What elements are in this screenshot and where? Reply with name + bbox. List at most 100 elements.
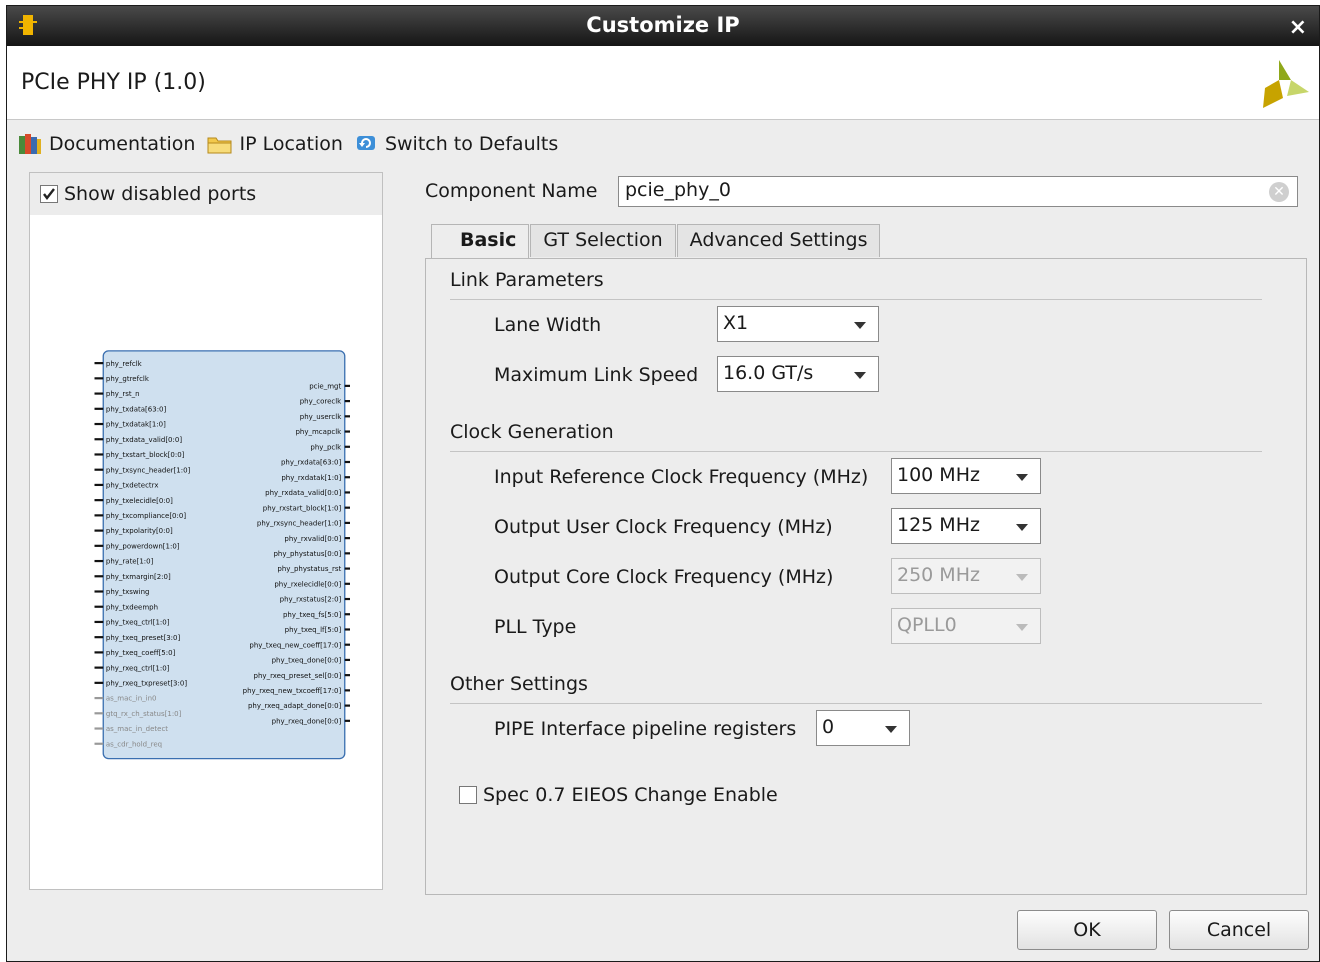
documentation-label: Documentation	[49, 133, 196, 155]
switch-to-defaults-label: Switch to Defaults	[384, 133, 559, 155]
chevron-down-icon	[1016, 624, 1028, 631]
input-port-label: phy_gtrefclk	[106, 375, 150, 383]
documentation-button[interactable]: Documentation	[17, 132, 195, 156]
input-port-label: phy_txstart_block[0:0]	[106, 451, 185, 459]
input-port-label: phy_rst_n	[106, 390, 140, 398]
chevron-down-icon	[854, 372, 866, 379]
input-port-label: phy_rxeq_txpreset[3:0]	[106, 679, 187, 687]
spec-eieos-checkbox[interactable]	[459, 786, 477, 804]
max-link-speed-label: Maximum Link Speed	[494, 364, 699, 386]
user-clock-select[interactable]: 125 MHz	[891, 508, 1041, 544]
input-port-label: phy_txdeemph	[106, 603, 158, 611]
toolbar: Documentation IP Location Switch to Defa…	[17, 131, 570, 157]
ip-header: PCIe PHY IP (1.0)	[7, 46, 1319, 120]
input-port-label: phy_txmargin[2:0]	[106, 573, 171, 581]
output-port-label: phy_rxdata[63:0]	[281, 459, 342, 467]
window-title: Customize IP	[586, 13, 740, 37]
max-link-speed-select[interactable]: 16.0 GT/s	[717, 356, 879, 392]
output-port-label: phy_userclk	[300, 413, 342, 421]
input-port-label: phy_txdetectrx	[106, 482, 159, 490]
component-name-value: pcie_phy_0	[625, 179, 731, 201]
section-divider	[450, 451, 1262, 452]
input-port-label: phy_txdata[63:0]	[106, 405, 167, 413]
lane-width-label: Lane Width	[494, 314, 602, 336]
link-parameters-title: Link Parameters	[450, 269, 604, 291]
component-name-label: Component Name	[425, 180, 598, 202]
clear-icon[interactable]: ✕	[1269, 182, 1289, 202]
xilinx-logo-icon	[1263, 60, 1309, 108]
user-clock-value: 125 MHz	[897, 514, 980, 536]
output-port-label: phy_rxdatak[1:0]	[281, 474, 341, 482]
core-clock-label: Output Core Clock Frequency (MHz)	[494, 566, 834, 588]
max-link-speed-value: 16.0 GT/s	[723, 362, 814, 384]
cancel-button[interactable]: Cancel	[1169, 910, 1309, 950]
ip-symbol-diagram: phy_refclk phy_gtrefclk phy_rst_n phy_txdat…	[94, 350, 350, 760]
component-name-input[interactable]: pcie_phy_0 ✕	[618, 176, 1298, 207]
output-port-label: phy_txeq_fs[5:0]	[283, 611, 342, 619]
clock-generation-title: Clock Generation	[450, 421, 614, 443]
show-disabled-ports-checkbox[interactable]	[40, 185, 58, 203]
customize-ip-dialog: Customize IP × PCIe PHY IP (1.0) Documen…	[6, 5, 1320, 962]
output-port-label: phy_txeq_lf[5:0]	[285, 626, 342, 634]
input-port-label: phy_txsync_header[1:0]	[106, 466, 191, 474]
books-icon	[19, 134, 41, 154]
input-port-label: phy_txeq_ctrl[1:0]	[106, 619, 170, 627]
output-port-label: phy_coreclk	[300, 398, 342, 406]
show-disabled-ports-label: Show disabled ports	[64, 183, 257, 205]
show-disabled-ports-toggle[interactable]: Show disabled ports	[40, 183, 256, 205]
tab-advanced-settings[interactable]: Advanced Settings	[676, 224, 881, 257]
ref-clock-select[interactable]: 100 MHz	[891, 458, 1041, 494]
pll-type-select: QPLL0	[891, 608, 1041, 644]
output-port-label: phy_rxdata_valid[0:0]	[265, 489, 341, 497]
input-port-label: gtq_rx_ch_status[1:0]	[106, 710, 182, 718]
ip-location-label: IP Location	[239, 133, 343, 155]
output-port-label: phy_rxeq_adapt_done[0:0]	[248, 702, 342, 710]
ip-location-button[interactable]: IP Location	[207, 133, 343, 155]
input-port-label: phy_txeq_preset[3:0]	[106, 634, 181, 642]
check-icon	[43, 188, 55, 200]
tab-gt-selection[interactable]: GT Selection	[530, 224, 676, 257]
output-port-label: phy_pclk	[310, 443, 342, 451]
input-port-label: as_mac_in_in0	[106, 695, 157, 703]
lane-width-select[interactable]: X1	[717, 306, 879, 342]
output-port-label: phy_rxstatus[2:0]	[280, 596, 342, 604]
input-port-label: phy_txdatak[1:0]	[106, 421, 166, 429]
close-icon[interactable]: ×	[1289, 15, 1307, 40]
clock-generation-section: Clock Generation	[450, 421, 1262, 452]
input-port-label: phy_txdata_valid[0:0]	[106, 436, 182, 444]
pipe-registers-value: 0	[822, 716, 835, 738]
input-port-label: phy_txswing	[106, 588, 150, 596]
pll-type-value: QPLL0	[897, 614, 957, 636]
chevron-down-icon	[854, 322, 866, 329]
ok-button[interactable]: OK	[1017, 910, 1157, 950]
section-divider	[450, 703, 1262, 704]
input-port-label: phy_txeq_coeff[5:0]	[106, 649, 176, 657]
ip-title: PCIe PHY IP (1.0)	[21, 70, 206, 95]
input-port-label: as_cdr_hold_req	[106, 740, 162, 748]
input-port-label: phy_txcompliance[0:0]	[106, 512, 186, 520]
chevron-down-icon	[885, 726, 897, 733]
input-port-label: phy_txpolarity[0:0]	[106, 527, 173, 535]
symbol-panel: Show disabled ports phy_refclk phy_gtrefc…	[29, 172, 383, 890]
tab-bar: Basic GT Selection Advanced Settings	[431, 224, 881, 259]
other-settings-section: Other Settings	[450, 673, 1262, 704]
output-port-label: phy_txeq_done[0:0]	[272, 657, 342, 665]
input-port-label: phy_rate[1:0]	[106, 558, 154, 566]
ref-clock-value: 100 MHz	[897, 464, 980, 486]
pipe-registers-select[interactable]: 0	[816, 710, 910, 746]
title-bar[interactable]: Customize IP ×	[7, 6, 1319, 46]
other-settings-title: Other Settings	[450, 673, 588, 695]
tab-basic[interactable]: Basic	[431, 224, 530, 259]
output-port-label: phy_rxstart_block[1:0]	[263, 504, 342, 512]
core-clock-value: 250 MHz	[897, 564, 980, 586]
output-port-label: phy_phystatus_rst	[277, 565, 341, 573]
chevron-down-icon	[1016, 524, 1028, 531]
output-port-label: phy_rxsync_header[1:0]	[257, 520, 342, 528]
output-port-label: phy_rxeq_new_txcoeff[17:0]	[243, 687, 342, 695]
spec-eieos-toggle[interactable]: Spec 0.7 EIEOS Change Enable	[459, 784, 778, 806]
input-port-label: phy_powerdown[1:0]	[106, 542, 180, 550]
lane-width-value: X1	[723, 312, 749, 334]
switch-to-defaults-button[interactable]: Switch to Defaults	[355, 133, 558, 155]
chevron-down-icon	[1016, 574, 1028, 581]
user-clock-label: Output User Clock Frequency (MHz)	[494, 516, 833, 538]
